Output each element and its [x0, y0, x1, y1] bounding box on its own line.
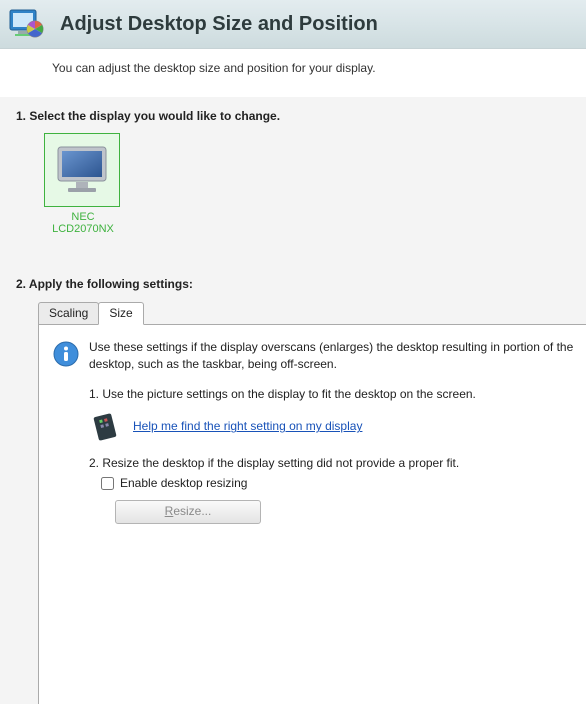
- section2-heading: 2. Apply the following settings:: [16, 277, 570, 291]
- step1-text: 1. Use the picture settings on the displ…: [89, 386, 586, 403]
- display-thumbnail: [44, 133, 120, 207]
- tab-size-body: Use these settings if the display oversc…: [38, 324, 586, 704]
- tab-scaling[interactable]: Scaling: [38, 302, 99, 324]
- info-icon: [53, 341, 81, 370]
- header: Adjust Desktop Size and Position: [0, 0, 586, 49]
- display-selector[interactable]: NEC LCD2070NX: [44, 133, 122, 235]
- monitor-icon: [54, 144, 110, 196]
- main-panel: 1. Select the display you would like to …: [0, 97, 586, 704]
- header-monitor-icon: [6, 4, 46, 44]
- section1-heading: 1. Select the display you would like to …: [16, 109, 570, 123]
- tab-bar: ScalingSize: [38, 301, 578, 324]
- tab-size[interactable]: Size: [98, 302, 143, 325]
- step2-text: 2. Resize the desktop if the display set…: [89, 455, 586, 472]
- page-subtitle: You can adjust the desktop size and posi…: [0, 49, 586, 97]
- enable-resizing-checkbox[interactable]: [101, 477, 114, 490]
- resize-button: Resize...: [115, 500, 261, 524]
- display-name-label: NEC LCD2070NX: [44, 211, 122, 235]
- remote-icon: [93, 413, 123, 441]
- enable-resizing-label: Enable desktop resizing: [120, 475, 247, 492]
- help-link[interactable]: Help me find the right setting on my dis…: [133, 418, 362, 435]
- info-text: Use these settings if the display oversc…: [89, 339, 586, 524]
- page-title: Adjust Desktop Size and Position: [60, 13, 378, 36]
